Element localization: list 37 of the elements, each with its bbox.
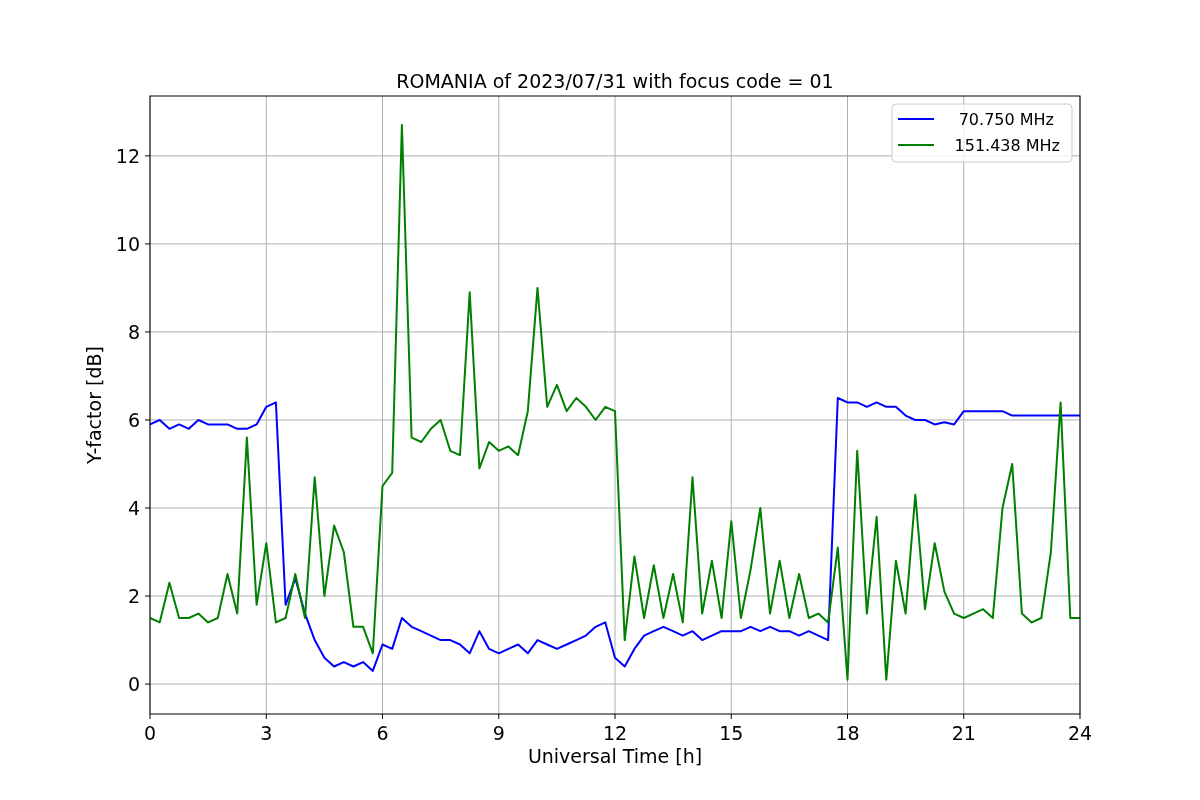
- y-tick-label: 4: [127, 497, 140, 519]
- tick-mark: [144, 419, 151, 421]
- x-axis-label: Universal Time [h]: [527, 745, 703, 767]
- tick-mark: [730, 713, 732, 720]
- y-tick-label: 8: [127, 320, 140, 343]
- y-tick-label: 10: [115, 232, 140, 255]
- tick-mark: [1079, 713, 1081, 720]
- y-tick-label: 2: [127, 585, 140, 608]
- x-tick-label: 24: [1067, 722, 1093, 744]
- tick-mark: [144, 683, 151, 685]
- tick-mark: [149, 713, 151, 720]
- tick-mark: [847, 713, 848, 720]
- y-tick-label: 0: [127, 673, 140, 696]
- x-tick-label: 3: [260, 722, 273, 744]
- y-tick-label: 12: [115, 144, 140, 167]
- x-tick-label: 21: [951, 722, 976, 744]
- tick-mark: [144, 243, 151, 245]
- x-tick-label: 15: [719, 722, 744, 744]
- legend-label: 70.750 MHz: [958, 110, 1054, 129]
- tick-mark: [382, 713, 383, 720]
- chart-title: ROMANIA of 2023/07/31 with focus code = 01: [396, 70, 834, 92]
- tick-mark: [265, 713, 267, 720]
- y-axis-label: Y-factor [dB]: [83, 346, 105, 464]
- x-tick-label: 9: [492, 722, 505, 744]
- tick-mark: [144, 331, 151, 333]
- y-tick-label: 6: [127, 408, 140, 431]
- x-tick-label: 12: [602, 722, 628, 744]
- tick-mark: [144, 595, 151, 597]
- x-tick-label: 6: [376, 722, 389, 744]
- x-tick-label: 0: [143, 722, 157, 744]
- tick-mark: [614, 713, 616, 720]
- tick-mark: [498, 713, 500, 720]
- x-tick-label: 18: [835, 722, 860, 744]
- legend-label: 151.438 MHz: [954, 136, 1060, 155]
- tick-mark: [963, 713, 965, 720]
- tick-mark: [144, 507, 151, 509]
- tick-mark: [144, 155, 151, 157]
